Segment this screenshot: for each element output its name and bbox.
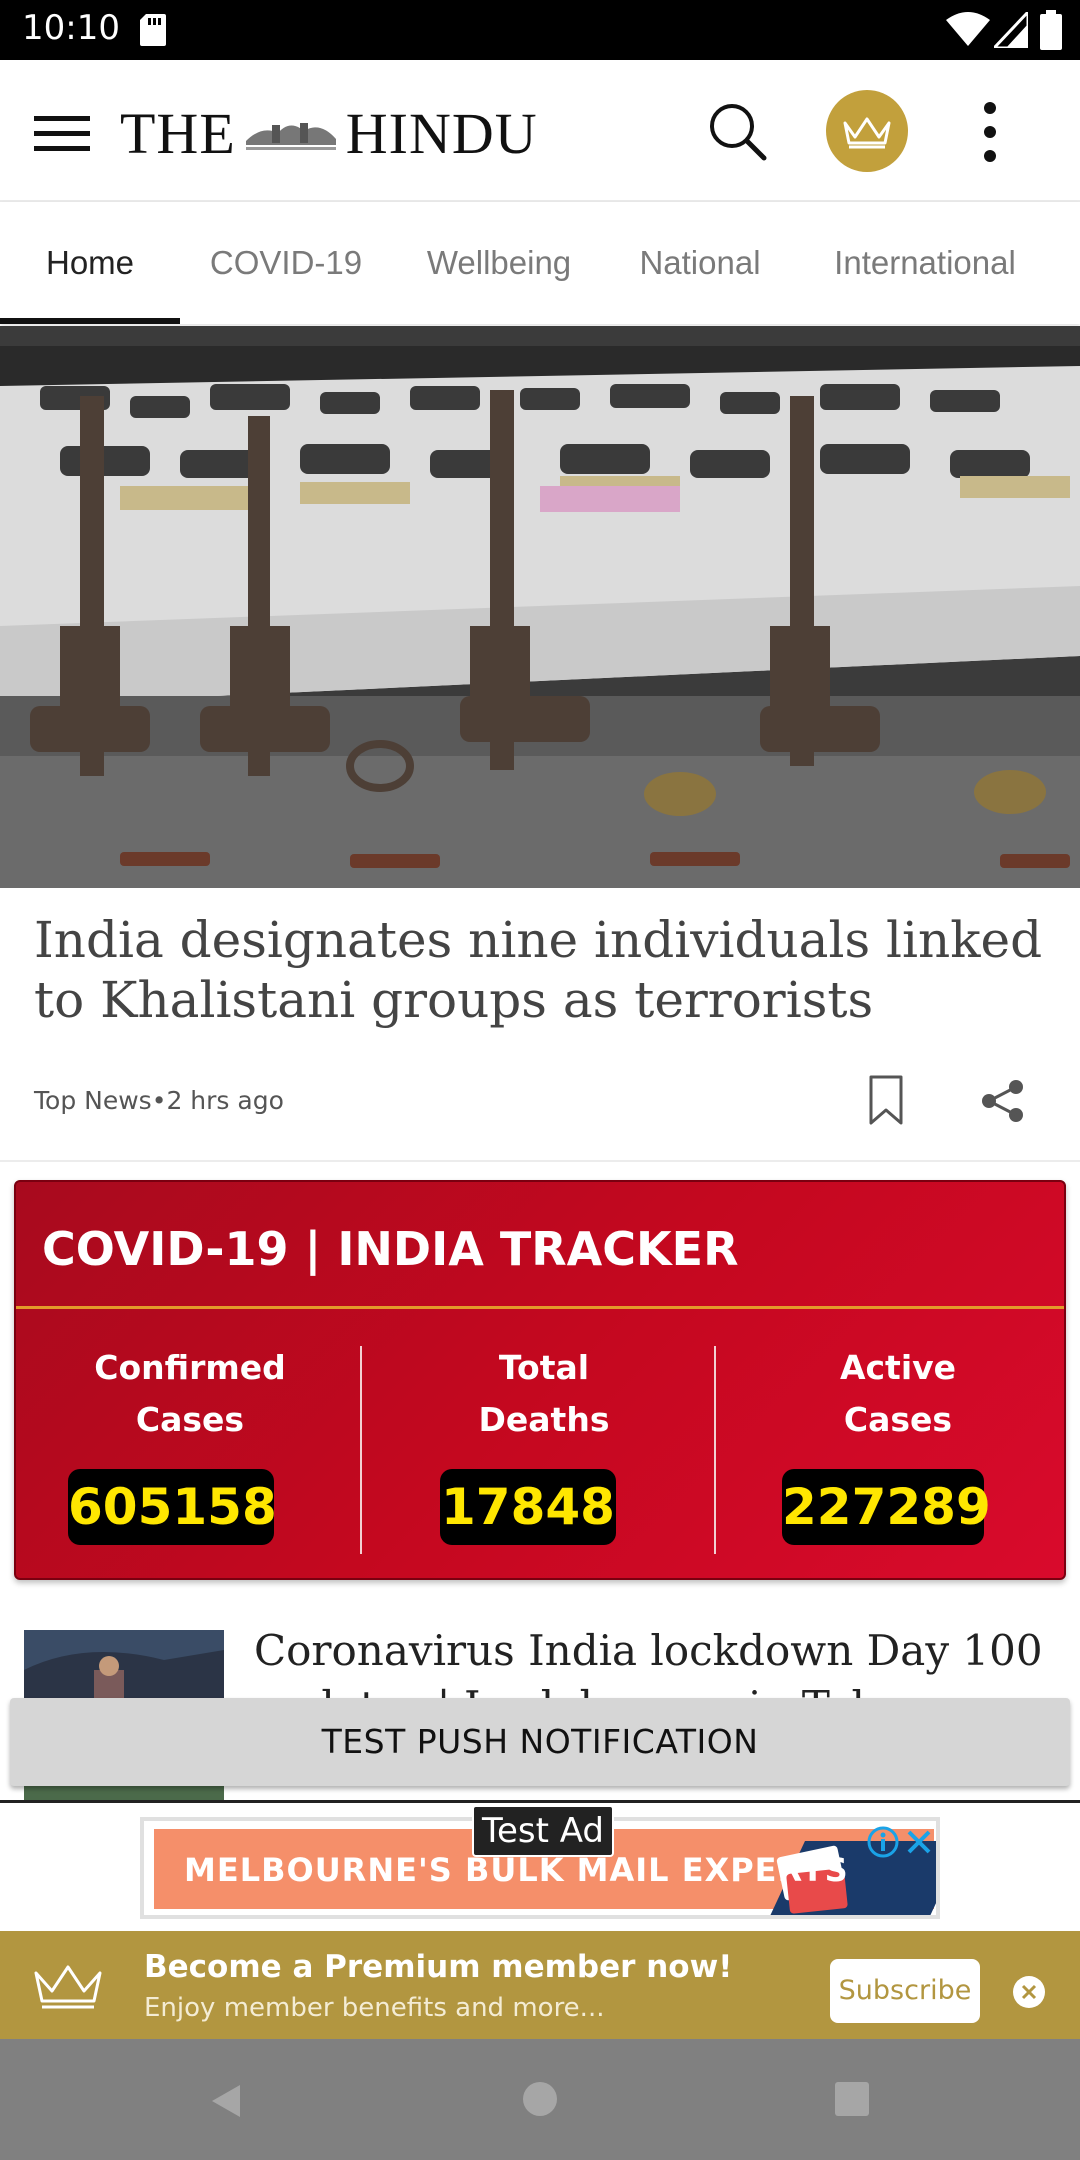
subscribe-button[interactable]: Subscribe — [830, 1959, 980, 2023]
premium-crown-button[interactable] — [826, 90, 908, 172]
home-icon[interactable] — [522, 2081, 558, 2117]
test-push-notification-button[interactable]: TEST PUSH NOTIFICATION — [10, 1698, 1070, 1786]
recent-apps-icon[interactable] — [834, 2081, 870, 2117]
section-tabs: Home COVID-19 Wellbeing National Interna… — [0, 202, 1080, 324]
tracker-divider — [16, 1306, 1064, 1309]
tab-covid-19[interactable]: COVID-19 — [196, 202, 376, 324]
tab-wellbeing[interactable]: Wellbeing — [404, 202, 594, 324]
tracker-separator — [714, 1346, 716, 1554]
tab-home[interactable]: Home — [0, 202, 180, 324]
hamburger-menu-icon[interactable] — [34, 114, 90, 154]
tracker-title: COVID-19 | INDIA TRACKER — [42, 1222, 739, 1276]
meta-separator: • — [151, 1086, 167, 1115]
hero-headline[interactable]: India designates nine individuals linked… — [34, 910, 1044, 1030]
status-bar: 10:10 — [0, 0, 1080, 60]
test-ad-label: Test Ad — [472, 1805, 615, 1857]
tracker-label: Confirmed Cases — [20, 1342, 360, 1446]
bookmark-icon[interactable] — [868, 1074, 904, 1126]
tab-international[interactable]: International — [812, 202, 1038, 324]
premium-title: Become a Premium member now! — [144, 1949, 733, 1985]
system-nav-bar — [0, 2039, 1080, 2160]
battery-icon — [1040, 10, 1062, 50]
tracker-active-cases: Active Cases 227289 — [728, 1342, 1068, 1552]
logo-text-hindu: HINDU — [345, 100, 538, 166]
status-time: 10:10 — [22, 8, 120, 48]
tracker-value-deaths: 17848 — [440, 1469, 616, 1545]
wifi-icon — [946, 12, 990, 46]
back-icon[interactable] — [206, 2081, 246, 2121]
tracker-label: Active Cases — [728, 1342, 1068, 1446]
tracker-value-confirmed: 605158 — [68, 1469, 277, 1545]
active-tab-indicator — [0, 318, 180, 324]
tracker-value-active: 227289 — [782, 1469, 991, 1545]
tracker-confirmed-cases: Confirmed Cases 605158 — [20, 1342, 360, 1552]
covid-tracker-card[interactable]: COVID-19 | INDIA TRACKER Confirmed Cases… — [14, 1180, 1066, 1580]
crown-icon — [34, 1965, 102, 2009]
premium-banner: Become a Premium member now! Enjoy membe… — [0, 1931, 1080, 2039]
divider — [0, 1160, 1080, 1162]
tracker-label-line1: Active — [839, 1348, 957, 1387]
logo-text-the: THE — [120, 100, 236, 166]
list-item-title-line2[interactable]: updates | Lockdown ... in Tel... — [254, 1676, 1054, 1700]
app-bar: THE HINDU — [0, 60, 1080, 202]
hero-time-ago: 2 hrs ago — [166, 1086, 284, 1115]
close-icon[interactable] — [1013, 1976, 1045, 2008]
crown-icon — [843, 117, 891, 149]
tracker-label-line2: Cases — [135, 1400, 245, 1439]
tracker-label-line2: Cases — [843, 1400, 953, 1439]
ad-info-icon[interactable] — [866, 1825, 900, 1859]
hero-photo — [0, 326, 1080, 888]
search-icon[interactable] — [706, 100, 770, 164]
tracker-label: Total Deaths — [374, 1342, 714, 1446]
tracker-label-line2: Deaths — [478, 1400, 610, 1439]
tracker-label-line1: Total — [498, 1348, 590, 1387]
more-options-icon[interactable] — [978, 96, 1002, 168]
cell-signal-icon — [994, 12, 1028, 48]
sd-card-icon — [140, 14, 166, 46]
share-icon[interactable] — [980, 1078, 1026, 1124]
logo-emblem-icon — [245, 123, 336, 150]
hero-meta: Top News•2 hrs ago — [34, 1086, 284, 1115]
tracker-separator — [360, 1346, 362, 1554]
ad-close-icon[interactable] — [904, 1827, 934, 1857]
hero-article-image[interactable] — [0, 326, 1080, 888]
tab-national[interactable]: National — [620, 202, 780, 324]
tracker-total-deaths: Total Deaths 17848 — [374, 1342, 714, 1552]
hero-category[interactable]: Top News — [34, 1086, 152, 1115]
tracker-label-line1: Confirmed — [94, 1348, 286, 1387]
premium-subtitle: Enjoy member benefits and more... — [144, 1993, 605, 2023]
the-hindu-logo[interactable]: THE HINDU — [120, 98, 538, 168]
